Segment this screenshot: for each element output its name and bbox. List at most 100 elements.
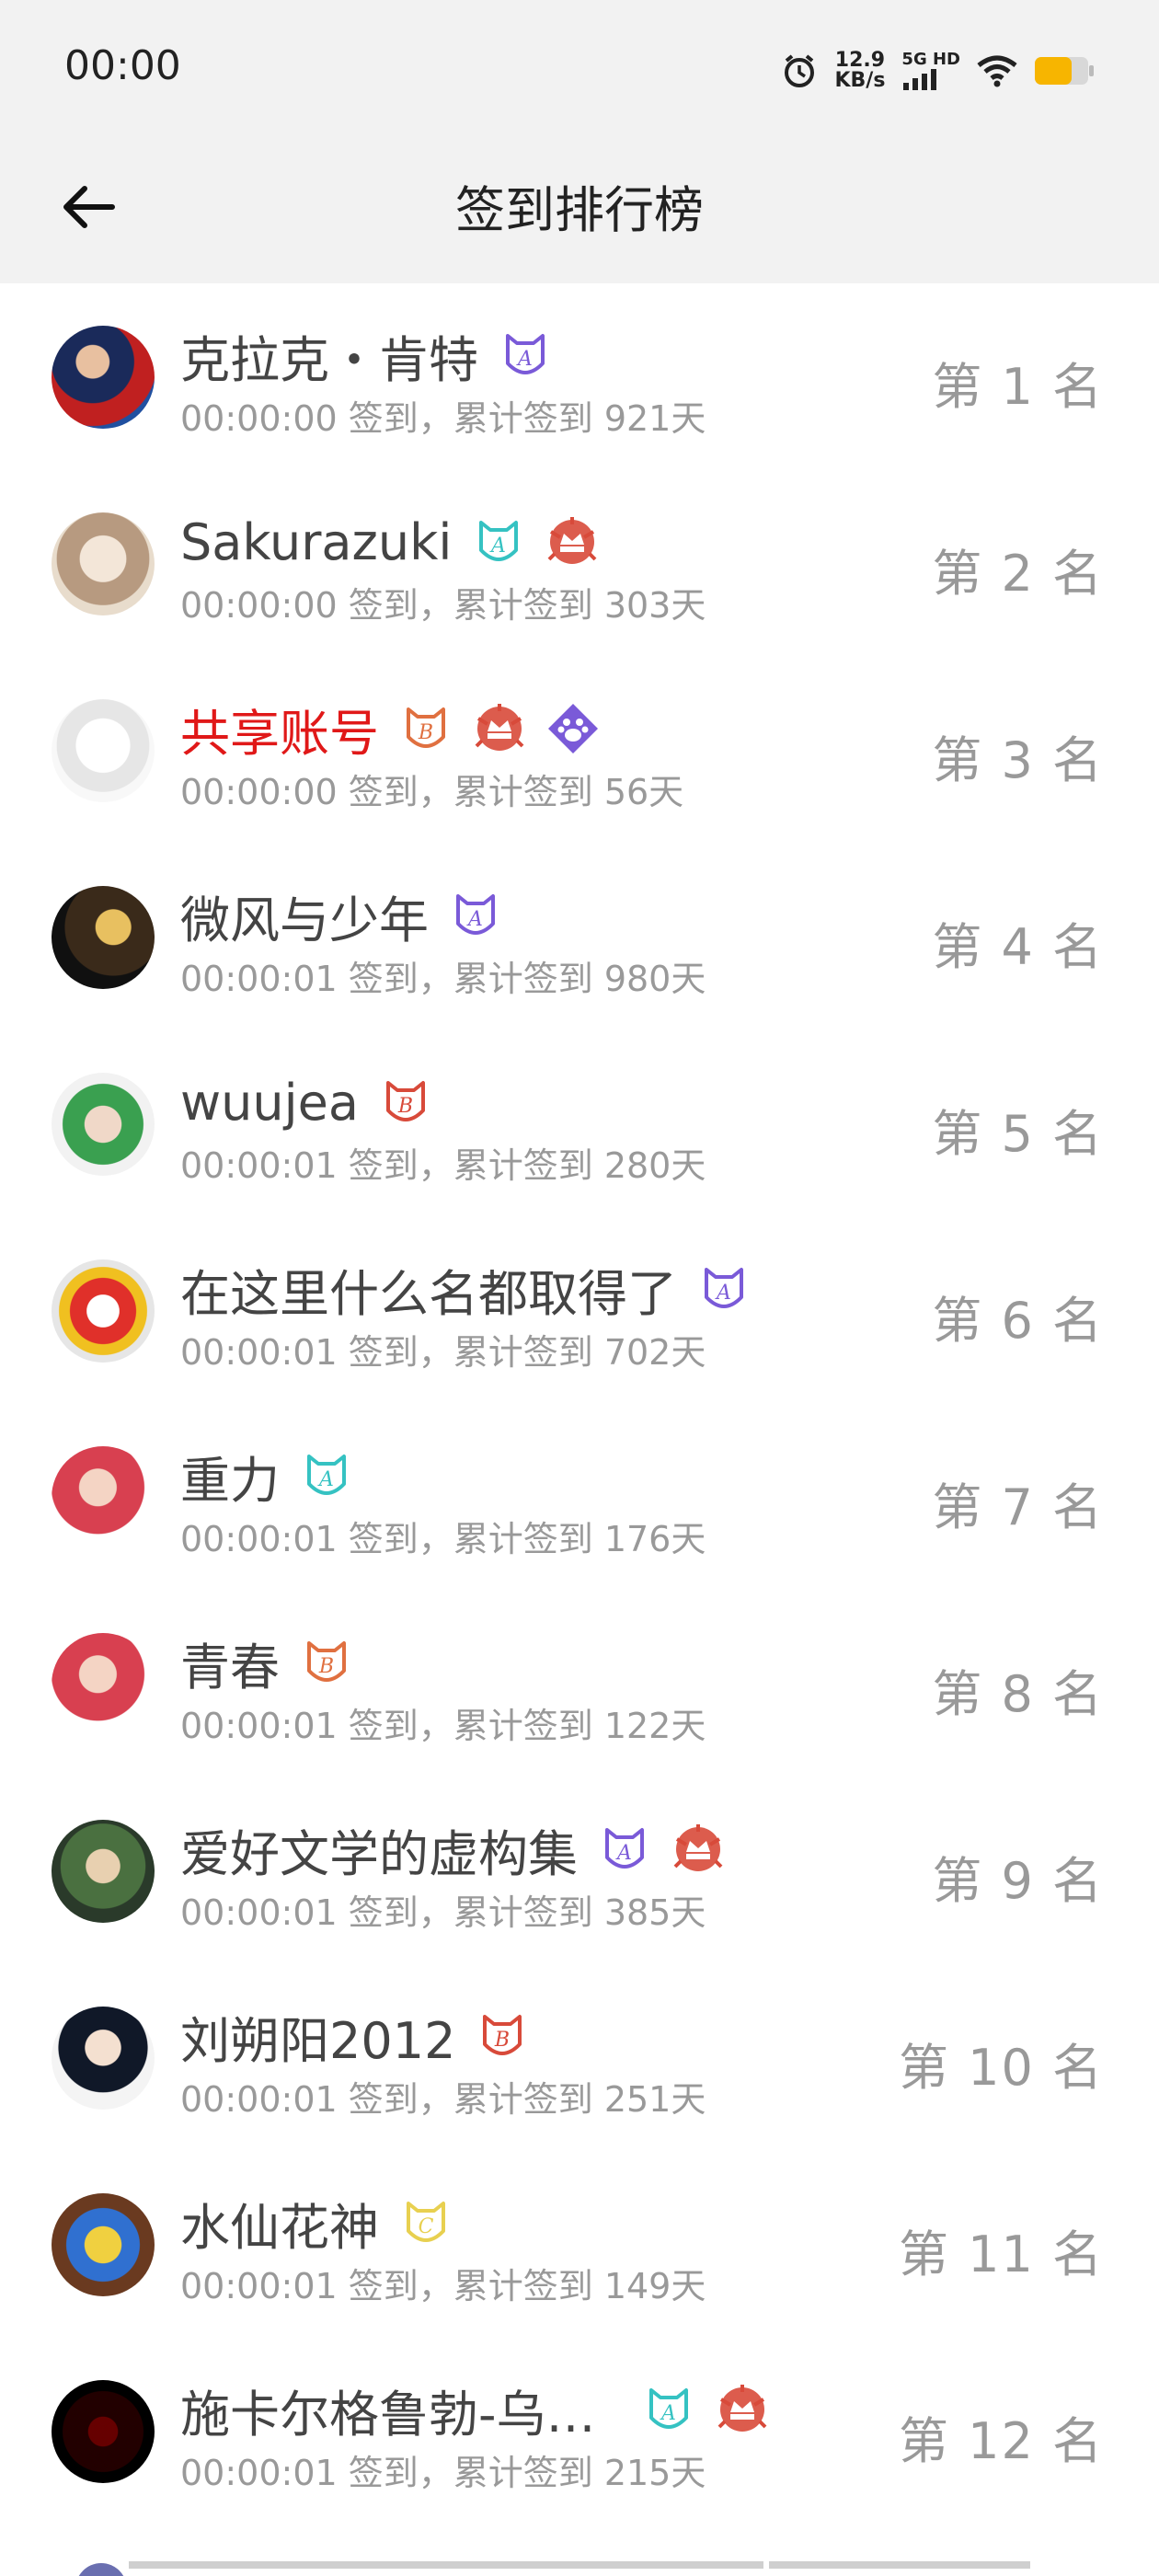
username[interactable]: 在这里什么名都取得了 [180,1253,677,1326]
orange-B-badge-icon: B [407,707,445,748]
avatar[interactable] [52,1259,155,1363]
badge-group: B [397,700,602,757]
avatar[interactable] [52,1446,155,1549]
yellow-C-badge-icon: C [407,2202,445,2242]
rank-label: 第 9 名 [932,1852,1104,1910]
avatar[interactable] [52,326,155,429]
purple-paw-badge-icon [548,704,598,753]
badge-group: A [695,1260,752,1317]
svg-text:B: B [418,721,433,744]
badge-group: A [298,1447,355,1504]
red-crown-badge-icon [717,2385,767,2432]
sign-info: 00:00:01 签到，累计签到 149天 [180,2266,706,2306]
username[interactable]: 微风与少年 [180,880,429,952]
cell-signal: 5G HD [901,52,960,90]
name-line: 克拉克・肯特 A [180,318,554,392]
username[interactable]: 施卡尔格鲁勃-乌… [180,2374,622,2446]
bottom-partial-row [78,2561,1030,2576]
red-crown-badge-icon [475,704,524,751]
sign-info: 00:00:01 签到，累计签到 385天 [180,1892,706,1933]
username[interactable]: 水仙花神 [180,2187,379,2260]
teal-A-badge-icon: A [307,1455,346,1495]
rank-label: 第 10 名 [898,2039,1104,2097]
avatar[interactable] [52,1633,155,1736]
list-item[interactable]: 刘朔阳2012 B 00:00:01 签到，累计签到 251天 第 10 名 [0,1964,1159,2151]
sign-info: 00:00:01 签到，累计签到 215天 [180,2453,706,2493]
rank-label: 第 1 名 [932,358,1104,416]
badge-group: A [470,513,601,570]
avatar[interactable] [52,2193,155,2296]
name-line: 重力 A [180,1439,355,1512]
rank-label: 第 5 名 [932,1105,1104,1163]
badge-group: A [596,1821,727,1878]
purple-A-badge-icon: A [605,1828,644,1869]
svg-text:A: A [466,908,483,931]
status-time: 00:00 [64,42,181,89]
badge-group: B [298,1634,355,1691]
list-item[interactable]: 青春 B 00:00:01 签到，累计签到 122天 第 8 名 [0,1591,1159,1777]
name-line: 刘朔阳2012 B [180,1999,531,2073]
svg-text:A: A [489,535,506,558]
avatar[interactable] [52,1820,155,1923]
sign-info: 00:00:01 签到，累计签到 702天 [180,1332,706,1373]
badge-group: A [640,2381,771,2438]
username[interactable]: 刘朔阳2012 [180,2000,455,2073]
list-item[interactable]: 微风与少年 A 00:00:01 签到，累计签到 980天 第 4 名 [0,844,1159,1030]
svg-text:A: A [516,348,533,371]
username[interactable]: Sakurazuki [180,513,452,571]
teal-A-badge-icon: A [649,2388,688,2429]
name-line: Sakurazuki A [180,505,601,579]
svg-text:A: A [317,1468,334,1491]
badge-group: C [397,2194,454,2251]
name-line: 共享账号 B [180,692,602,765]
purple-A-badge-icon: A [456,894,495,935]
username[interactable]: 重力 [180,1440,280,1512]
rank-label: 第 12 名 [898,2412,1104,2470]
avatar[interactable] [52,2007,155,2110]
purple-A-badge-icon: A [506,334,545,374]
avatar[interactable] [52,2380,155,2483]
rank-label: 第 2 名 [932,545,1104,603]
username[interactable]: 爱好文学的虚构集 [180,1813,578,1886]
rank-label: 第 4 名 [932,918,1104,976]
username[interactable]: 克拉克・肯特 [180,319,478,392]
avatar[interactable] [52,512,155,615]
svg-text:B: B [397,1095,413,1118]
app-header: 签到排行榜 [0,138,1159,283]
name-line: 青春 B [180,1626,355,1699]
alarm-icon [785,54,815,87]
ranking-list: 克拉克・肯特 A 00:00:00 签到，累计签到 921天 第 1 名 Sakura… [0,283,1159,2524]
list-item[interactable]: wuujea B 00:00:01 签到，累计签到 280天 第 5 名 [0,1030,1159,1217]
list-item[interactable]: 共享账号 B 00:00:00 签到，累计签到 56天 第 3 名 [0,657,1159,844]
username[interactable]: 青春 [180,1627,280,1699]
badge-group: A [497,327,554,384]
svg-text:A: A [660,2402,676,2425]
sign-info: 00:00:01 签到，累计签到 251天 [180,2079,706,2120]
status-icons: 12.9 KB/s 5G HD [781,48,1095,94]
list-item[interactable]: Sakurazuki A 00:00:00 签到，累计签到 303天 第 2 名 [0,470,1159,657]
username[interactable]: wuujea [180,1074,359,1132]
badge-group: B [474,2007,531,2064]
list-item[interactable]: 克拉克・肯特 A 00:00:00 签到，累计签到 921天 第 1 名 [0,283,1159,470]
red-crown-badge-icon [673,1824,723,1871]
name-line: 施卡尔格鲁勃-乌… A [180,2373,771,2446]
list-item[interactable]: 爱好文学的虚构集 A 00:00:01 签到，累计签到 385天 第 9 名 [0,1777,1159,1964]
username[interactable]: 共享账号 [180,693,379,765]
rank-label: 第 11 名 [898,2225,1104,2283]
list-item[interactable]: 在这里什么名都取得了 A 00:00:01 签到，累计签到 702天 第 6 名 [0,1217,1159,1404]
net-speed-value: 12.9 [834,49,886,72]
avatar[interactable] [52,886,155,989]
svg-text:B: B [494,2029,510,2052]
avatar[interactable] [52,699,155,802]
status-bar: 00:00 12.9 KB/s 5G HD [0,0,1159,138]
list-item[interactable]: 重力 A 00:00:01 签到，累计签到 176天 第 7 名 [0,1404,1159,1591]
red-B-badge-icon: B [483,2015,522,2055]
badge-group: A [447,887,504,944]
svg-text:A: A [715,1282,731,1305]
list-item[interactable]: 施卡尔格鲁勃-乌… A 00:00:01 签到，累计签到 215天 第 12 名 [0,2338,1159,2524]
teal-A-badge-icon: A [479,521,519,561]
list-item[interactable]: 水仙花神 C 00:00:01 签到，累计签到 149天 第 11 名 [0,2151,1159,2338]
net-speed: 12.9 KB/s [834,51,885,91]
avatar[interactable] [52,1073,155,1176]
svg-text:C: C [419,2215,434,2238]
